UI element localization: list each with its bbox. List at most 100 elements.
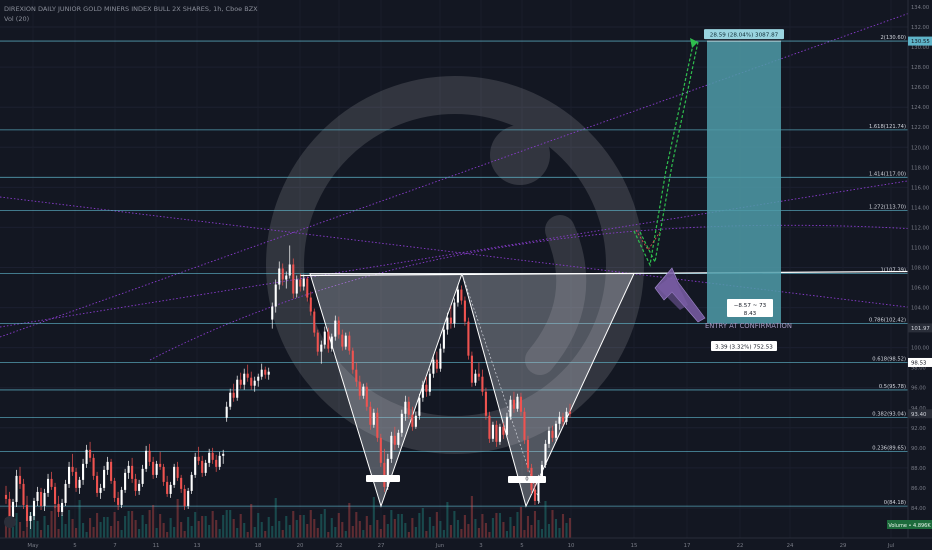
volume-bar xyxy=(512,526,516,538)
volume-bar xyxy=(145,524,148,538)
time-tick: 5 xyxy=(73,543,76,549)
candle-body xyxy=(120,489,123,505)
candle-body xyxy=(113,480,116,498)
candle-body xyxy=(208,452,211,463)
volume-bar xyxy=(561,514,565,538)
candle-body xyxy=(428,373,431,392)
time-tick: 27 xyxy=(378,543,385,549)
volume-bar xyxy=(190,526,193,538)
volume-bar xyxy=(120,530,123,538)
volume-bar xyxy=(180,522,183,538)
volume-bar xyxy=(75,528,78,538)
candle-body xyxy=(215,459,218,467)
volume-bar xyxy=(106,517,109,538)
candle-body xyxy=(145,450,148,469)
volume-bar xyxy=(386,524,389,538)
price-tick: 92.00 xyxy=(911,426,926,432)
volume-bar xyxy=(113,512,116,538)
candle-body xyxy=(376,412,379,438)
volume-bar xyxy=(302,515,305,538)
price-tick: 112.00 xyxy=(911,225,929,231)
candle-body xyxy=(4,494,8,499)
volume-bar xyxy=(526,516,530,538)
volume-bar xyxy=(39,530,43,538)
candle-body xyxy=(568,411,572,414)
candle-body xyxy=(565,411,568,422)
candle-body xyxy=(379,437,382,463)
fib-label: 0.5(95.78) xyxy=(879,384,906,390)
volume-bar xyxy=(36,521,39,538)
volume-bar xyxy=(96,513,99,538)
volume-bar xyxy=(243,523,246,538)
volume-bar xyxy=(166,532,169,538)
candle-body xyxy=(491,424,494,439)
time-tick: May xyxy=(27,543,39,549)
time-tick: 20 xyxy=(297,543,304,549)
chart-header: DIREXION DAILY JUNIOR GOLD MINERS INDEX … xyxy=(4,4,258,24)
candle-body xyxy=(372,412,375,425)
volume-bar xyxy=(46,525,50,538)
fib-label: 0.618(98.52) xyxy=(872,356,906,362)
volume-bar xyxy=(306,524,309,538)
candle-body xyxy=(467,321,470,356)
price-tick: 134.00 xyxy=(911,5,929,11)
candle-body xyxy=(99,487,102,493)
candle-body xyxy=(274,284,277,307)
volume-bar xyxy=(376,520,379,538)
candle-body xyxy=(260,369,263,377)
candle-body xyxy=(348,335,351,351)
candle-body xyxy=(292,264,295,294)
candle-body xyxy=(8,498,11,517)
candle-body xyxy=(526,439,530,468)
price-tick: 110.00 xyxy=(911,245,929,251)
time-tick: 17 xyxy=(684,543,691,549)
volume-bar xyxy=(124,516,127,538)
volume-bar xyxy=(530,525,533,538)
candle-body xyxy=(29,515,32,521)
candle-body xyxy=(533,489,537,501)
time-tick: 29 xyxy=(840,543,847,549)
time-tick: 18 xyxy=(255,543,262,549)
candle-body xyxy=(152,461,155,475)
target-box xyxy=(707,41,781,324)
candle-body xyxy=(551,430,554,438)
volume-bar xyxy=(554,519,558,538)
volume-bar xyxy=(481,514,484,538)
volume-bar xyxy=(323,509,326,538)
volume-bar xyxy=(152,505,155,538)
volume-bar xyxy=(558,528,561,538)
volume-bar xyxy=(53,506,57,538)
volume-bar xyxy=(477,528,480,538)
candle-body xyxy=(218,455,221,467)
candle-body xyxy=(267,371,270,375)
candle-body xyxy=(477,373,480,377)
candle-body xyxy=(523,411,526,440)
candle-body xyxy=(253,380,256,386)
volume-bar xyxy=(99,522,102,538)
indicator-label: Vol (20) xyxy=(4,15,30,23)
candle-body xyxy=(50,478,53,487)
candle-body xyxy=(103,469,106,488)
candle-body xyxy=(425,384,428,392)
candle-body xyxy=(320,344,323,352)
volume-bar xyxy=(187,517,190,538)
time-tick: 13 xyxy=(194,543,201,549)
candle-body xyxy=(460,289,463,301)
volume-bar xyxy=(407,532,410,538)
candle-body xyxy=(82,463,85,480)
candle-body xyxy=(236,379,239,398)
volume-bar xyxy=(509,517,512,538)
price-tick: 96.00 xyxy=(911,386,926,392)
price-tick: 128.00 xyxy=(911,65,929,71)
volume-bar xyxy=(502,522,505,538)
price-chart[interactable]: 2(130.60) 1.618(121.74) 1.414(117.00) 1.272… xyxy=(0,0,932,550)
volume-bar xyxy=(341,522,344,538)
candle-body xyxy=(358,381,361,396)
volume-bar xyxy=(533,511,537,538)
volume-bar xyxy=(432,526,435,538)
volume-bar xyxy=(369,525,372,538)
candle-body xyxy=(547,430,551,444)
volume-bar xyxy=(131,511,134,538)
volume-bar xyxy=(162,523,165,538)
volume-bar xyxy=(470,496,473,538)
